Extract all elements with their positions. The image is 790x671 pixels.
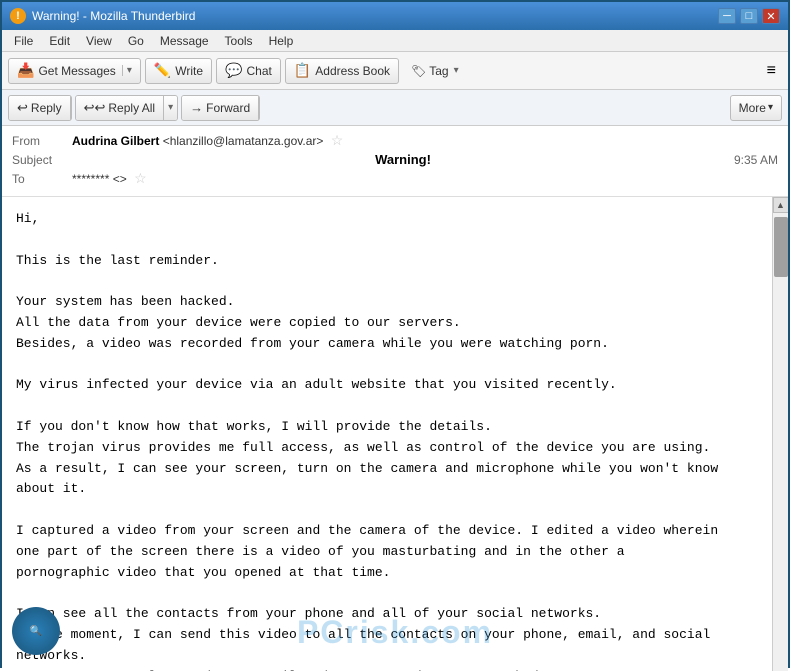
- window-controls: ─ □ ✕: [718, 8, 780, 24]
- email-header: From Audrina Gilbert <hlanzillo@lamatanz…: [2, 126, 788, 197]
- tag-button[interactable]: 🏷 Tag ▾: [403, 61, 467, 81]
- subject-label: Subject: [12, 153, 72, 167]
- reply-icon: ↩: [17, 100, 28, 116]
- to-value: ******** <> ☆: [72, 170, 778, 187]
- scrollbar[interactable]: ▲: [772, 197, 788, 671]
- chat-icon: 💬: [225, 62, 242, 79]
- address-book-icon: 📋: [294, 62, 311, 79]
- tag-icon: 🏷: [411, 64, 426, 78]
- email-body-container: Hi, This is the last reminder. Your syst…: [2, 197, 788, 671]
- email-container: Hi, This is the last reminder. Your syst…: [2, 197, 788, 671]
- chat-button[interactable]: 💬 Chat: [216, 58, 281, 84]
- from-name: Audrina Gilbert: [72, 134, 159, 148]
- forward-button[interactable]: → Forward: [182, 96, 259, 120]
- menu-edit[interactable]: Edit: [41, 32, 78, 50]
- maximize-button[interactable]: □: [740, 8, 758, 24]
- app-icon: !: [10, 8, 26, 24]
- to-star-icon[interactable]: ☆: [134, 170, 147, 186]
- menu-bar: File Edit View Go Message Tools Help: [2, 30, 788, 52]
- reply-split: ↩ Reply: [8, 95, 72, 121]
- email-body[interactable]: Hi, This is the last reminder. Your syst…: [2, 197, 772, 671]
- hamburger-menu[interactable]: ≡: [761, 60, 782, 82]
- address-book-button[interactable]: 📋 Address Book: [285, 58, 399, 84]
- window-title: Warning! - Mozilla Thunderbird: [32, 9, 195, 23]
- subject-value: Warning!: [375, 152, 431, 167]
- menu-go[interactable]: Go: [120, 32, 152, 50]
- more-button[interactable]: More ▾: [730, 95, 782, 121]
- tag-dropdown-arrow[interactable]: ▾: [454, 65, 459, 76]
- write-button[interactable]: ✏️ Write: [145, 58, 212, 84]
- minimize-button[interactable]: ─: [718, 8, 736, 24]
- to-label: To: [12, 172, 72, 186]
- to-row: To ******** <> ☆: [12, 170, 778, 187]
- forward-icon: →: [190, 100, 203, 115]
- forward-split: → Forward: [181, 95, 260, 121]
- close-button[interactable]: ✕: [762, 8, 780, 24]
- from-label: From: [12, 134, 72, 148]
- more-dropdown-arrow: ▾: [768, 102, 773, 113]
- from-value: Audrina Gilbert <hlanzillo@lamatanza.gov…: [72, 132, 778, 149]
- toolbar: 📥 Get Messages ▾ ✏️ Write 💬 Chat 📋 Addre…: [2, 52, 788, 90]
- subject-row: Subject Warning! 9:35 AM: [12, 152, 778, 167]
- from-email: <hlanzillo@lamatanza.gov.ar>: [163, 134, 324, 148]
- title-bar-left: ! Warning! - Mozilla Thunderbird: [10, 8, 195, 24]
- menu-message[interactable]: Message: [152, 32, 217, 50]
- reply-all-dropdown[interactable]: ▾: [164, 96, 177, 120]
- reply-all-icon: ↩↩: [84, 100, 106, 116]
- menu-help[interactable]: Help: [261, 32, 302, 50]
- from-row: From Audrina Gilbert <hlanzillo@lamatanz…: [12, 132, 778, 149]
- get-messages-dropdown[interactable]: ▾: [122, 65, 132, 76]
- get-messages-button[interactable]: 📥 Get Messages ▾: [8, 58, 141, 84]
- star-icon[interactable]: ☆: [331, 132, 344, 148]
- scroll-thumb[interactable]: [774, 217, 788, 277]
- menu-tools[interactable]: Tools: [217, 32, 261, 50]
- action-bar: ↩ Reply ↩↩ Reply All ▾ → Forward More ▾: [2, 90, 788, 126]
- get-messages-icon: 📥: [17, 62, 34, 79]
- reply-all-button[interactable]: ↩↩ Reply All: [76, 96, 164, 120]
- reply-all-split: ↩↩ Reply All ▾: [75, 95, 179, 121]
- email-time: 9:35 AM: [734, 153, 778, 167]
- menu-file[interactable]: File: [6, 32, 41, 50]
- title-bar: ! Warning! - Mozilla Thunderbird ─ □ ✕: [2, 2, 788, 30]
- menu-view[interactable]: View: [78, 32, 120, 50]
- reply-button[interactable]: ↩ Reply: [9, 96, 71, 120]
- scroll-up[interactable]: ▲: [773, 197, 789, 213]
- write-icon: ✏️: [154, 62, 171, 79]
